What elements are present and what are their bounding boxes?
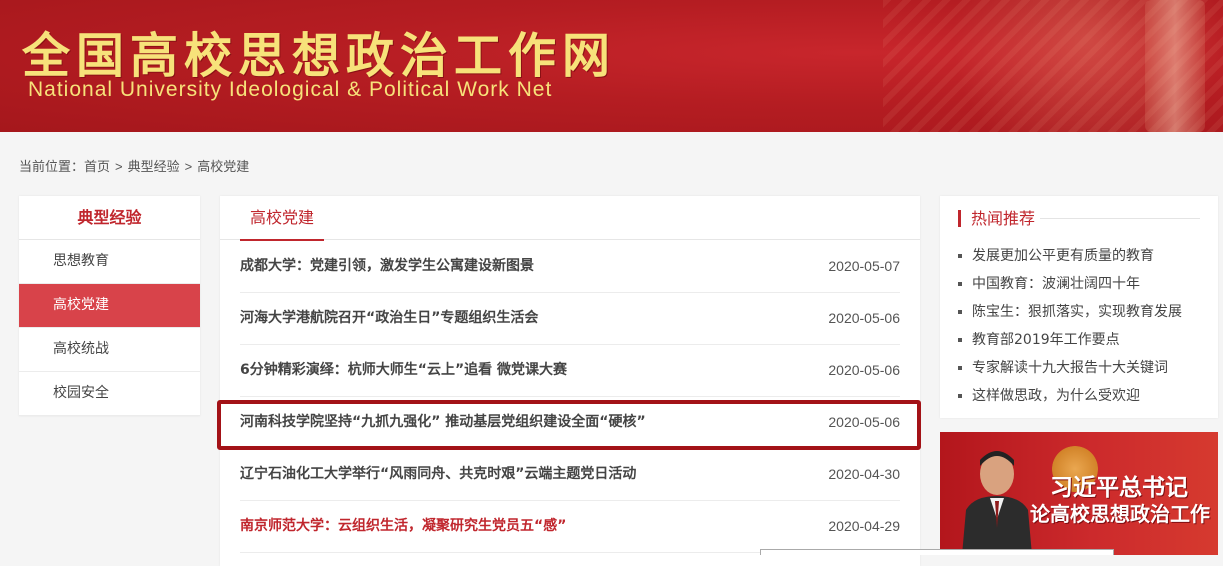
list-item[interactable]: 教育部2019年工作要点 bbox=[958, 326, 1182, 354]
hot-news-link[interactable]: 这样做思政，为什么受欢迎 bbox=[972, 388, 1140, 404]
promo-line-1: 习近平总书记 bbox=[1050, 475, 1188, 501]
article-title-link[interactable]: 南京师范大学：云组织生活，凝聚研究生党员五“感” bbox=[240, 500, 566, 552]
breadcrumb-home-link[interactable]: 首页 bbox=[84, 159, 110, 174]
hot-news-panel: 热闻推荐 发展更加公平更有质量的教育 中国教育：波澜壮阔四十年 陈宝生：狠抓落实… bbox=[940, 196, 1218, 418]
breadcrumb-prefix: 当前位置： bbox=[19, 159, 85, 174]
list-item[interactable]: 成都大学：党建引领，激发学生公寓建设新图景 2020-05-07 bbox=[240, 240, 900, 293]
hot-news-heading: 热闻推荐 bbox=[958, 210, 1035, 227]
tab-bar: 高校党建 bbox=[220, 196, 920, 241]
list-item[interactable]: 陈宝生：狠抓落实，实现教育发展 bbox=[958, 298, 1182, 326]
list-item[interactable]: 辽宁石油化工大学举行“风雨同舟、共克时艰”云端主题党日活动 2020-04-30 bbox=[240, 448, 900, 501]
list-item[interactable]: 专家解读十九大报告十大关键词 bbox=[958, 354, 1182, 382]
bullet-icon bbox=[958, 254, 962, 258]
article-title-link[interactable]: 成都大学：党建引领，激发学生公寓建设新图景 bbox=[240, 240, 534, 292]
hot-news-link[interactable]: 中国教育：波澜壮阔四十年 bbox=[972, 276, 1140, 292]
hot-news-link[interactable]: 发展更加公平更有质量的教育 bbox=[972, 248, 1154, 264]
bullet-icon bbox=[958, 338, 962, 342]
article-date: 2020-05-06 bbox=[828, 362, 900, 378]
sidebar-item-party-building[interactable]: 高校党建 bbox=[19, 284, 200, 328]
breadcrumb-category-link[interactable]: 典型经验 bbox=[128, 159, 180, 174]
hot-news-list: 发展更加公平更有质量的教育 中国教育：波澜壮阔四十年 陈宝生：狠抓落实，实现教育… bbox=[958, 242, 1182, 410]
sidebar-heading: 典型经验 bbox=[19, 196, 200, 240]
sidebar-item-ideological-education[interactable]: 思想教育 bbox=[19, 240, 200, 284]
sidebar-item-united-front[interactable]: 高校统战 bbox=[19, 328, 200, 372]
highlight-box bbox=[217, 400, 921, 450]
bullet-icon bbox=[958, 394, 962, 398]
article-title-link[interactable]: 6分钟精彩演绎：杭师大师生“云上”追看 微党课大赛 bbox=[240, 344, 567, 396]
portrait-image bbox=[962, 451, 1032, 555]
hot-news-link[interactable]: 陈宝生：狠抓落实，实现教育发展 bbox=[972, 304, 1182, 320]
tab-party-building[interactable]: 高校党建 bbox=[240, 196, 325, 241]
article-list-panel: 高校党建 成都大学：党建引领，激发学生公寓建设新图景 2020-05-07 河海… bbox=[220, 196, 920, 566]
list-item[interactable]: 发展更加公平更有质量的教育 bbox=[958, 242, 1182, 270]
bullet-icon bbox=[958, 366, 962, 370]
article-date: 2020-04-30 bbox=[828, 466, 900, 482]
article-title-link[interactable]: 河海大学港航院召开“政治生日”专题组织生活会 bbox=[240, 292, 538, 344]
bottom-panel-edge bbox=[760, 549, 1114, 555]
promo-line-2: 论高校思想政治工作 bbox=[1030, 502, 1210, 526]
bullet-icon bbox=[958, 310, 962, 314]
huabiao-pillar-decoration bbox=[1145, 0, 1205, 132]
site-subtitle: National University Ideological & Politi… bbox=[28, 78, 553, 101]
category-sidebar: 典型经验 思想教育 高校党建 高校统战 校园安全 bbox=[19, 196, 200, 416]
breadcrumb-current: 高校党建 bbox=[197, 159, 250, 174]
sidebar-item-campus-safety[interactable]: 校园安全 bbox=[19, 372, 200, 416]
list-item[interactable]: 河海大学港航院召开“政治生日”专题组织生活会 2020-05-06 bbox=[240, 292, 900, 345]
hot-news-link[interactable]: 专家解读十九大报告十大关键词 bbox=[972, 360, 1168, 376]
article-title-link[interactable]: 辽宁石油化工大学举行“风雨同舟、共克时艰”云端主题党日活动 bbox=[240, 448, 636, 500]
list-item[interactable]: 中国教育：波澜壮阔四十年 bbox=[958, 270, 1182, 298]
bullet-icon bbox=[958, 282, 962, 286]
breadcrumb-separator: > bbox=[115, 159, 123, 174]
article-date: 2020-05-06 bbox=[828, 310, 900, 326]
breadcrumb: 当前位置：首页 > 典型经验 > 高校党建 bbox=[19, 156, 249, 175]
hot-news-link[interactable]: 教育部2019年工作要点 bbox=[972, 332, 1120, 348]
site-banner: 全国高校思想政治工作网 National University Ideologi… bbox=[0, 0, 1223, 132]
site-title[interactable]: 全国高校思想政治工作网 bbox=[22, 16, 616, 86]
breadcrumb-separator: > bbox=[184, 159, 193, 174]
list-item[interactable]: 6分钟精彩演绎：杭师大师生“云上”追看 微党课大赛 2020-05-06 bbox=[240, 344, 900, 397]
list-item[interactable]: 南京师范大学：云组织生活，凝聚研究生党员五“感” 2020-04-29 bbox=[240, 500, 900, 553]
promo-banner[interactable]: 习近平总书记 论高校思想政治工作 bbox=[940, 432, 1218, 555]
heading-divider bbox=[1040, 218, 1200, 219]
article-date: 2020-04-29 bbox=[828, 518, 900, 534]
article-date: 2020-05-07 bbox=[828, 258, 900, 274]
list-item[interactable]: 这样做思政，为什么受欢迎 bbox=[958, 382, 1182, 410]
